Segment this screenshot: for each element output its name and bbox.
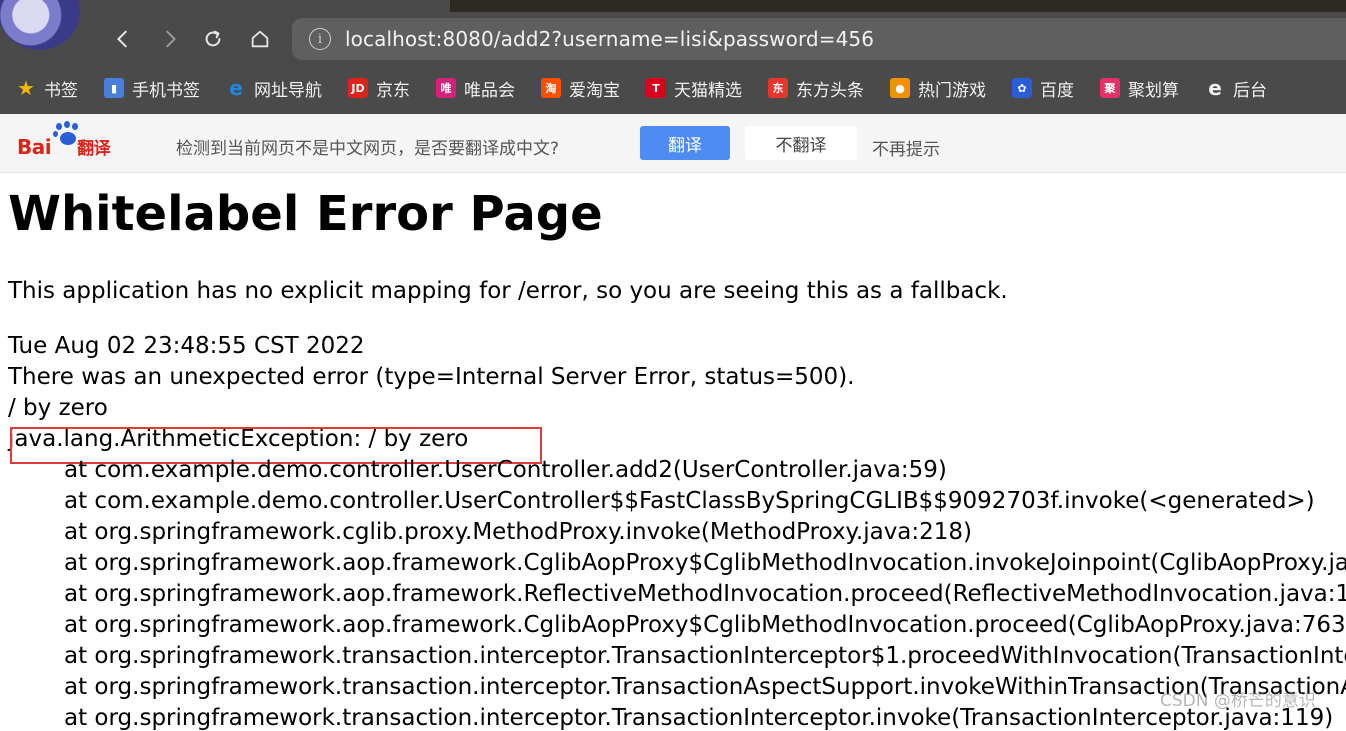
e-browser-icon: e [229,76,243,100]
bookmark-item[interactable]: ✿ 百度 [1012,76,1074,101]
translate-bar: Bai 翻译 检测到当前网页不是中文网页，是否要翻译成中文? 翻译 不翻译 不再提… [0,114,1346,173]
baidu-icon: ✿ [1012,78,1032,98]
bookmark-item[interactable]: e 后台 [1205,76,1267,101]
bookmark-item[interactable]: ● 热门游戏 [890,76,986,101]
bookmark-label: 后台 [1233,80,1267,101]
stack-trace-line: at com.example.demo.controller.UserContr… [64,488,1315,514]
bookmark-item[interactable]: e 网址导航 [226,76,322,101]
bookmark-label: 唯品会 [464,80,515,101]
stack-trace-line: at org.springframework.cglib.proxy.Metho… [64,519,973,545]
vip-icon: 唯 [436,78,456,98]
bookmarks-bar: ★ 书签 ▮ 手机书签 e 网址导航 JD 京东 唯唯品会 淘爱淘宝 T 天猫精选 东东方头条 ● 热门游戏… [0,70,1277,106]
bookmark-item[interactable]: 唯唯品会 [436,76,515,101]
bookmark-item[interactable]: ★ 书签 [16,76,78,101]
tab-strip [450,0,1346,12]
bookmark-label: 京东 [376,80,410,101]
home-button[interactable] [245,24,275,54]
address-bar[interactable]: i localhost:8080/add2?username=lisi&pass… [292,18,1346,60]
tmall-icon: T [646,78,666,98]
timestamp: Tue Aug 02 23:48:55 CST 2022 [8,333,365,359]
bookmark-item[interactable]: 东东方头条 [768,76,864,101]
bookmark-item[interactable]: 淘爱淘宝 [541,76,620,101]
watermark: CSDN @桥芒的意识 [1160,691,1316,711]
browser-chrome: i localhost:8080/add2?username=lisi&pass… [0,0,1346,114]
stack-trace-line: at org.springframework.aop.framework.Cgl… [64,612,1346,638]
bookmark-label: 网址导航 [254,80,322,101]
bookmark-label: 百度 [1040,80,1074,101]
baidu-paw-icon [52,121,82,145]
translate-message: 检测到当前网页不是中文网页，是否要翻译成中文? [176,139,560,159]
never-prompt-link[interactable]: 不再提示 [872,135,940,160]
fallback-message: This application has no explicit mapping… [8,278,1008,304]
bookmark-item[interactable]: ▮ 手机书签 [104,76,200,101]
user-avatar[interactable] [0,0,80,50]
home-icon [251,30,269,48]
reload-icon [205,30,221,47]
reload-button[interactable] [198,24,228,54]
stack-trace-line: at org.springframework.transaction.inter… [64,674,1346,700]
bookmark-label: 书签 [44,80,78,101]
bookmark-label: 东方头条 [796,80,864,101]
taobao-icon: 淘 [541,78,561,98]
chevron-left-icon [116,30,127,48]
logo-text: Bai [17,135,52,159]
dftt-icon: 东 [768,78,788,98]
address-url[interactable]: localhost:8080/add2?username=lisi&passwo… [345,27,874,51]
no-translate-button[interactable]: 不翻译 [745,126,857,160]
bookmark-item[interactable]: T 天猫精选 [646,76,742,101]
stack-trace-line: at com.example.demo.controller.UserContr… [64,457,947,483]
jd-icon: JD [348,78,368,98]
stack-trace-line: at org.springframework.transaction.inter… [64,705,1334,731]
bookmark-item[interactable]: JD 京东 [348,76,410,101]
bookmark-label: 手机书签 [132,80,200,101]
error-summary: There was an unexpected error (type=Inte… [8,364,855,390]
phone-bookmark-icon: ▮ [104,78,124,98]
bookmark-label: 天猫精选 [674,80,742,101]
stack-trace-line: at org.springframework.aop.framework.Cgl… [64,550,1346,576]
star-icon: ★ [17,76,35,100]
e-browser-icon: e [1208,76,1222,100]
game-icon: ● [890,78,910,98]
translate-button[interactable]: 翻译 [640,126,730,160]
bookmark-label: 热门游戏 [918,80,986,101]
forward-button[interactable] [155,24,185,54]
stack-trace-line: at org.springframework.aop.framework.Ref… [64,581,1346,607]
logo-text-2: 翻译 [77,139,111,159]
error-message: / by zero [8,395,108,421]
info-icon[interactable]: i [309,28,331,50]
bookmark-item[interactable]: 聚聚划算 [1100,76,1179,101]
back-button[interactable] [108,24,138,54]
juhuasuan-icon: 聚 [1100,78,1120,98]
stack-trace-line: at org.springframework.transaction.inter… [64,643,1346,669]
bookmark-label: 爱淘宝 [569,80,620,101]
chevron-right-icon [166,30,177,48]
page-title: Whitelabel Error Page [8,186,603,242]
bookmark-label: 聚划算 [1128,80,1179,101]
